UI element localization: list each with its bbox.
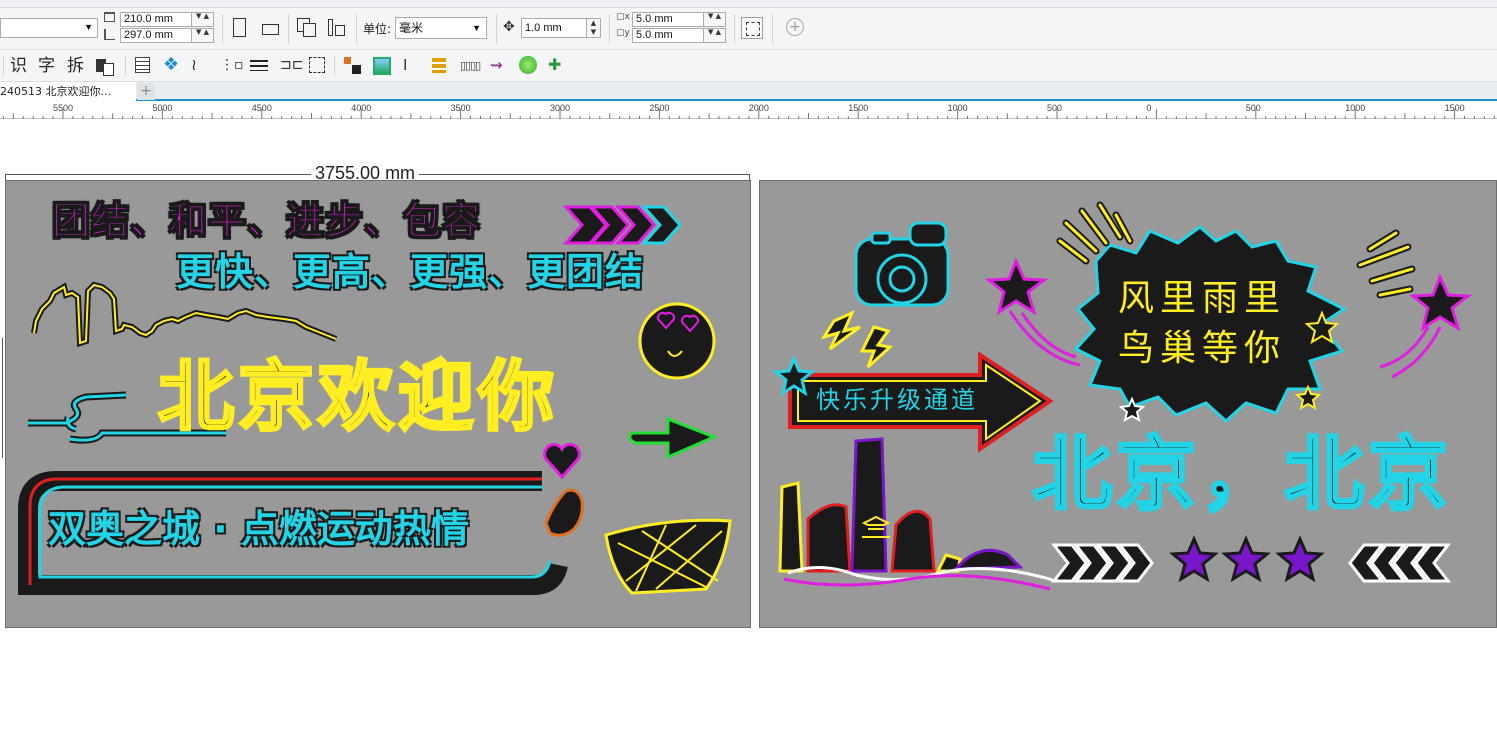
chevron-down-icon: ▼ (84, 22, 93, 32)
slogan-line-2: 更快、更高、更强、更团结 (176, 250, 645, 294)
unit-select[interactable]: 毫米 ▼ (395, 17, 487, 39)
list-icon[interactable] (432, 57, 450, 75)
duplicate-x-input[interactable]: 5.0 mm (632, 12, 704, 27)
bubble-line-1: 风里雨里 (1118, 278, 1287, 319)
portrait-icon[interactable] (233, 18, 246, 37)
property-bar: ▼ 210.0 mm ▼ ▲ 297.0 mm ▼ ▲ 单位: 毫米 ▼ ✥ 1.… (0, 8, 1497, 50)
camera-icon (854, 221, 950, 307)
ruler-label: 2000 (748, 103, 769, 113)
width-icon (104, 12, 115, 22)
ruler-label: 4500 (251, 103, 272, 113)
ruler-label: 1500 (1444, 103, 1465, 113)
all-pages-icon[interactable] (297, 18, 317, 37)
table-icon[interactable] (135, 57, 150, 73)
pattern-icon[interactable]: ❖ (163, 56, 181, 74)
dup-x-spinner[interactable]: ▼ ▲ (704, 12, 726, 27)
nudge-icon: ✥ (503, 19, 515, 35)
page-size-dropdown[interactable]: ▼ (0, 18, 98, 38)
add-icon[interactable]: + (786, 18, 804, 36)
wave-tool-icon[interactable]: ≀ (191, 56, 209, 74)
new-tab-button[interactable]: + (137, 83, 155, 100)
char-button[interactable]: 字 (38, 56, 55, 76)
artboard-right[interactable]: 风里雨里 鸟巢等你 快乐升级通道 北京，北京 (759, 180, 1497, 628)
current-page-icon[interactable] (328, 19, 348, 37)
ruler-label: 2500 (649, 103, 670, 113)
ruler-label: 1500 (848, 103, 869, 113)
ruler-label: 500 (1047, 103, 1063, 113)
main-title: 北京欢迎你 (157, 352, 558, 441)
ruler-label: 5500 (53, 103, 74, 113)
duplicate-y-icon: ▢y (616, 28, 630, 38)
smiley-face-icon (638, 302, 716, 380)
secondary-toolbar: 识 字 拆 ❖ ≀ ⋮▫ ⊐⊏ Ⅰ ▯▯▯▯ ⇝ ✚ (0, 50, 1497, 82)
shooting-star-right-icon (1408, 273, 1473, 332)
dup-y-spinner[interactable]: ▼ ▲ (704, 28, 726, 43)
unit-select-value: 毫米 (399, 21, 424, 35)
ruler-label: 500 (1245, 103, 1261, 113)
ruler-label: 3000 (550, 103, 571, 113)
arrow-sign-text: 快乐升级通道 (816, 386, 978, 414)
nudge-distance-input[interactable]: 1.0 mm (521, 18, 587, 38)
heart-icon (543, 443, 581, 480)
width-spinner[interactable]: ▼ ▲ (192, 12, 214, 27)
grid-dots-icon[interactable]: ▯▯▯▯ (460, 58, 481, 76)
plugin-icon[interactable]: ✚ (548, 56, 566, 74)
duplicate-x-icon: ▢x (616, 12, 630, 22)
page-width-input[interactable]: 210.0 mm (120, 12, 192, 27)
shooting-star-left-icon (984, 257, 1049, 316)
slogan-line-1: 团结、和平、进步、包容 (51, 199, 482, 244)
lines-icon[interactable] (250, 57, 268, 75)
city-skyline-icon (778, 437, 1024, 573)
split-button[interactable]: 拆 (67, 56, 84, 76)
ruler-label: 1000 (947, 103, 968, 113)
lightning-icon (820, 310, 861, 351)
ruler-label: 3500 (450, 103, 471, 113)
distribute-icon[interactable]: ⋮▫ (220, 56, 244, 74)
height-spinner[interactable]: ▼ ▲ (192, 28, 214, 43)
chevron-down-icon: ▼ (472, 23, 481, 33)
green-arrow-icon (628, 416, 718, 460)
hand-icon (544, 488, 584, 537)
ruler-label: 5000 (152, 103, 173, 113)
page-height-input[interactable]: 297.0 mm (120, 28, 192, 43)
document-tab-bar: 240513 北京欢迎你... + (0, 82, 1497, 101)
ruler-label: 4000 (351, 103, 372, 113)
height-icon (104, 29, 115, 40)
align-icon[interactable]: ⊐⊏ (280, 56, 303, 74)
text-measure-icon[interactable]: Ⅰ (403, 56, 421, 74)
page-copy-icon[interactable] (96, 57, 114, 76)
speech-bubble (1073, 225, 1347, 424)
artboard-left[interactable]: 团结、和平、进步、包容 更快、更高、更强、更团结 北京欢迎你 双奥之城 · 点燃… (5, 180, 751, 628)
chevrons-right-white (1050, 543, 1154, 583)
ruler-label: 1000 (1345, 103, 1366, 113)
banner-text: 双奥之城 · 点燃运动热情 (48, 507, 469, 551)
chevrons-left-white (1348, 543, 1452, 583)
chevrons-right-magenta (562, 205, 683, 245)
tab-document-label: 240513 北京欢迎你... (0, 85, 111, 98)
color-squares-icon[interactable] (344, 57, 362, 75)
ruler-label: 0 (1146, 103, 1152, 113)
tab-document[interactable]: 240513 北京欢迎你... (0, 82, 136, 101)
top-strip (0, 0, 1497, 8)
big-title: 北京，北京 (1031, 427, 1452, 523)
recognize-button[interactable]: 识 (10, 56, 27, 76)
drawing-canvas[interactable]: 3755.00 mm 团结、和平、进步、包容 更快、更高、更强、更团结 北京欢迎… (0, 120, 1497, 739)
image-icon[interactable] (373, 57, 391, 75)
landscape-icon[interactable] (262, 24, 279, 35)
page-frame-icon[interactable] (741, 17, 763, 39)
globe-icon[interactable] (519, 56, 537, 74)
birds-nest-icon (604, 518, 732, 595)
horizontal-ruler: 5500 5000 4500 4000 3500 3000 2500 2000 1500 1000… (0, 101, 1497, 119)
select-frame-icon[interactable] (309, 57, 325, 73)
unit-label: 单位: (363, 22, 392, 36)
purple-stars (1169, 535, 1325, 583)
nudge-spinner[interactable]: ▲ ▼ (587, 18, 601, 38)
transform-icon[interactable]: ⇝ (490, 56, 508, 74)
duplicate-y-input[interactable]: 5.0 mm (632, 28, 704, 43)
bubble-line-2: 鸟巢等你 (1118, 328, 1287, 369)
